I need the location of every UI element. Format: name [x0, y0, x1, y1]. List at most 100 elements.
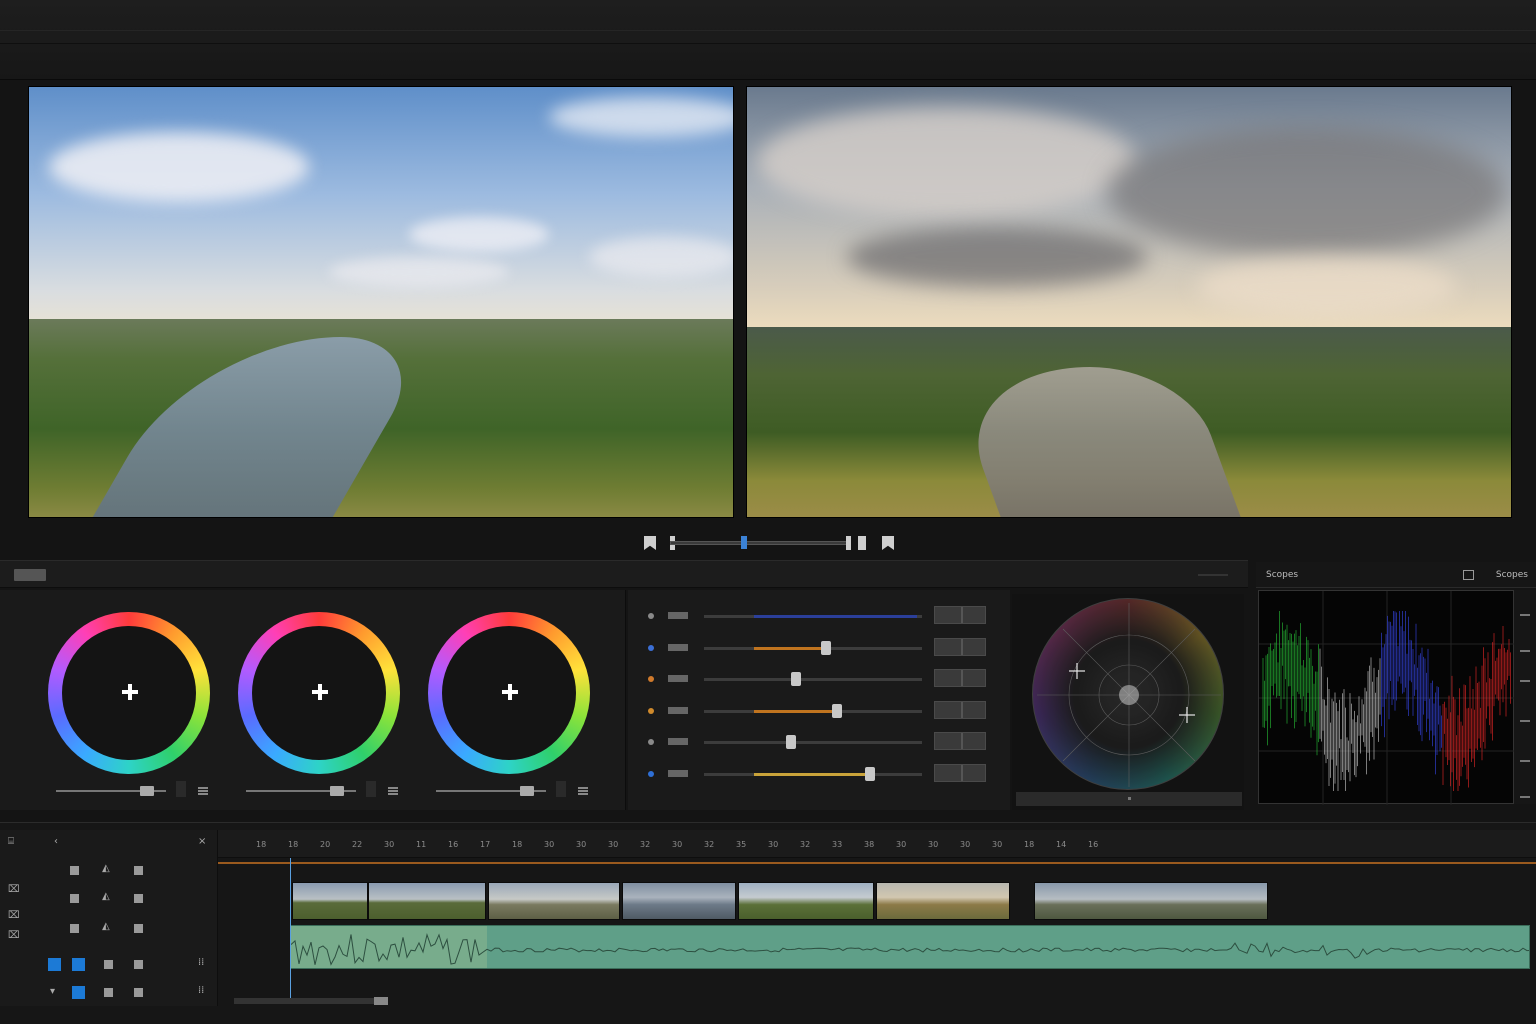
audio-meter-icon[interactable]: ⁞⁞ — [198, 985, 204, 996]
slider-value-field[interactable] — [934, 700, 986, 719]
slider-track[interactable] — [704, 741, 922, 744]
slider-knob[interactable] — [831, 703, 842, 718]
video-clip-green-valley[interactable] — [738, 882, 874, 920]
solo-button[interactable] — [134, 960, 143, 969]
menu-icon[interactable] — [388, 787, 398, 795]
out-marker-icon[interactable] — [858, 536, 866, 550]
slider-indicator-dot — [648, 739, 654, 745]
scrollbar-thumb[interactable] — [374, 997, 388, 1005]
slider-label — [668, 675, 688, 682]
program-viewer[interactable] — [746, 86, 1512, 518]
ruler-tick-label: 32 — [640, 840, 651, 849]
ruler-tick-label: 30 — [608, 840, 619, 849]
track-target-icon[interactable]: ◭ — [102, 863, 110, 874]
timeline-playhead[interactable] — [290, 858, 291, 998]
timeline-horizontal-scrollbar[interactable] — [234, 997, 388, 1005]
ruler-tick-label: 18 — [1024, 840, 1035, 849]
ruler-tick-label: 30 — [896, 840, 907, 849]
color-panel-header — [0, 560, 1248, 588]
ruler-tick-label: 38 — [864, 840, 875, 849]
source-viewer[interactable] — [28, 86, 734, 518]
track-toggle[interactable] — [70, 924, 79, 933]
panel-tab[interactable] — [14, 569, 46, 581]
color-wheels-panel — [0, 590, 626, 810]
menu-icon[interactable] — [198, 787, 208, 795]
slider-value-field[interactable] — [934, 763, 986, 782]
slider-knob[interactable] — [786, 735, 797, 749]
slider-knob[interactable] — [790, 672, 801, 686]
video-clip-open-plain[interactable] — [488, 882, 620, 920]
mute-button[interactable] — [104, 960, 113, 969]
adjust-slider-row[interactable] — [628, 700, 1010, 721]
adjust-slider-row[interactable] — [628, 763, 1010, 784]
audio-clip[interactable] — [290, 925, 1530, 969]
track-toggle[interactable] — [70, 894, 79, 903]
track-eye-toggle[interactable] — [134, 924, 143, 933]
ruler-tick-label: 11 — [416, 840, 427, 849]
audio-target-button[interactable] — [72, 986, 85, 999]
video-clip-tree-meadow[interactable] — [876, 882, 1010, 920]
audio-sync-button[interactable] — [72, 958, 85, 971]
mark-in-icon[interactable] — [644, 536, 656, 550]
track-toggle[interactable] — [70, 866, 79, 875]
out-point-icon[interactable] — [846, 536, 851, 550]
scope-view-icon[interactable] — [1463, 570, 1474, 580]
track-headers: ⌸ ‹ × ⌧ ⌧ ⌧ ◭ ◭ ◭ ⁞⁞ ▾ ⁞⁞ — [0, 830, 218, 1006]
slider-label — [668, 738, 688, 745]
gain-wheel-handle[interactable] — [502, 684, 518, 700]
solo-button[interactable] — [134, 988, 143, 997]
slider-indicator-dot — [648, 644, 654, 651]
audio-meter-icon[interactable]: ⁞⁞ — [198, 957, 204, 968]
track-target-icon[interactable]: ◭ — [102, 891, 110, 902]
timeline-settings-icon[interactable]: ⌸ — [8, 836, 14, 847]
slider-knob[interactable] — [864, 766, 875, 781]
mark-out-icon[interactable] — [882, 536, 894, 550]
slider-track[interactable] — [704, 678, 922, 681]
video-clip-village-horizon[interactable] — [1034, 882, 1268, 920]
scopes-mode-label[interactable]: Scopes — [1496, 570, 1528, 580]
lock-track-icon[interactable]: ⌧ — [8, 930, 20, 941]
scopes-title[interactable]: Scopes — [1266, 570, 1298, 580]
slider-value-field[interactable] — [934, 606, 986, 624]
video-clip-field-landscape[interactable] — [292, 882, 368, 920]
ruler-tick-label: 30 — [672, 840, 683, 849]
slider-knob[interactable] — [821, 640, 832, 655]
ruler-tick-label: 33 — [832, 840, 843, 849]
lock-track-icon[interactable]: ⌧ — [8, 884, 20, 895]
slider-value-field[interactable] — [934, 732, 986, 750]
lift-wheel-handle[interactable] — [122, 684, 138, 700]
track-target-icon[interactable]: ◭ — [102, 921, 110, 932]
ruler-tick-label: 18 — [512, 840, 523, 849]
video-clip-field-landscape[interactable] — [368, 882, 486, 920]
lock-track-icon[interactable]: ⌧ — [8, 910, 20, 921]
ruler-tick-label: 30 — [544, 840, 555, 849]
scrub-bar[interactable] — [670, 541, 848, 545]
mute-button[interactable] — [104, 988, 113, 997]
work-area-bar[interactable] — [218, 862, 1536, 864]
gamma-wheel-handle[interactable] — [312, 684, 328, 700]
track-eye-toggle[interactable] — [134, 894, 143, 903]
ruler-tick-label: 16 — [1088, 840, 1099, 849]
track-eye-toggle[interactable] — [134, 866, 143, 875]
timeline-ruler[interactable]: 18 18 20 22 30 11 16 17 18 30 30 30 32 30 32 35 30 32 33 38… — [218, 830, 1536, 858]
chevron-down-icon[interactable]: ▾ — [50, 986, 55, 997]
adjust-slider-row[interactable] — [628, 637, 1010, 658]
scrub-playhead[interactable] — [741, 536, 747, 549]
chevron-left-icon[interactable]: ‹ — [54, 836, 58, 847]
adjust-slider-row[interactable] — [628, 606, 1010, 626]
slider-label — [668, 769, 688, 777]
slider-value-field[interactable] — [934, 669, 986, 687]
slider-value-field[interactable] — [934, 637, 986, 656]
close-icon[interactable]: × — [198, 836, 206, 847]
transport-scrubber[interactable] — [640, 532, 900, 554]
ruler-tick-label: 16 — [448, 840, 459, 849]
slider-label — [668, 706, 688, 714]
slider-label — [668, 612, 688, 619]
waveform-scope — [1258, 590, 1515, 805]
menu-icon[interactable] — [578, 787, 588, 795]
adjust-slider-row[interactable] — [628, 669, 1010, 689]
video-clip-lake-coast[interactable] — [622, 882, 736, 920]
ruler-tick-label: 30 — [384, 840, 395, 849]
audio-target-button[interactable] — [48, 958, 61, 971]
adjust-slider-row[interactable] — [628, 732, 1010, 752]
